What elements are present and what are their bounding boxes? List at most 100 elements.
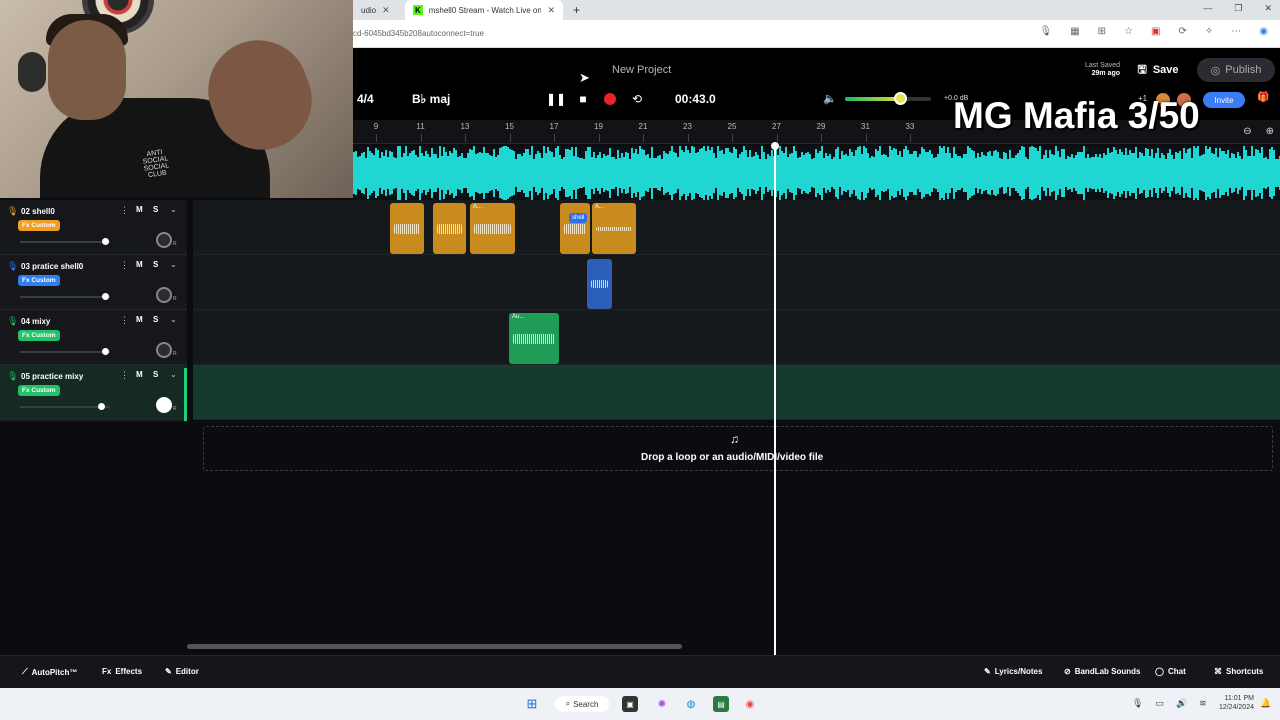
track-volume-thumb[interactable] — [102, 348, 109, 355]
edge-icon[interactable]: ◍ — [683, 696, 699, 712]
track-menu-icon[interactable]: ⋮ — [120, 205, 129, 216]
track-volume-thumb[interactable] — [97, 403, 105, 410]
taskbar-clock[interactable]: 11:01 PM 12/24/2024 — [1212, 694, 1254, 712]
close-tab-icon[interactable]: ✕ — [547, 5, 555, 16]
time-signature[interactable]: 4/4 — [357, 92, 374, 106]
publish-button[interactable]: ◎ Publish — [1197, 58, 1275, 82]
pan-knob[interactable] — [156, 232, 172, 248]
track-volume-slider[interactable] — [20, 348, 110, 355]
notification-bell-icon[interactable]: 🔔 — [1260, 698, 1271, 709]
track-name[interactable]: 03 pratice shell0 — [21, 262, 83, 271]
solo-button[interactable]: S — [153, 370, 158, 379]
master-volume-slider[interactable] — [845, 92, 931, 105]
close-window-icon[interactable]: ✕ — [1264, 3, 1272, 14]
loop-button[interactable]: ⟲ — [628, 88, 646, 110]
display-icon[interactable]: ▭ — [1155, 698, 1164, 709]
track-name[interactable]: 05 practice mixy — [21, 372, 83, 381]
mute-button[interactable]: M — [136, 205, 143, 214]
fx-preset-chip[interactable]: Fx Custom — [18, 330, 60, 341]
track-volume-thumb[interactable] — [102, 238, 109, 245]
track-header[interactable]: 🎙 04 mixy Fx Custom ⋮ M S ⌄ R — [0, 310, 187, 365]
gift-icon[interactable]: 🎁 — [1257, 92, 1269, 103]
zoom-out-icon[interactable]: ⊖ — [1243, 126, 1251, 137]
extension-icon[interactable]: ▣ — [1151, 26, 1160, 37]
mic-tray-icon[interactable]: 🎙 — [1132, 698, 1143, 709]
horizontal-scrollbar[interactable] — [187, 644, 682, 649]
record-button[interactable] — [601, 88, 619, 110]
chevron-down-icon[interactable]: ⌄ — [170, 370, 177, 379]
track-header[interactable]: 🎙 03 pratice shell0 Fx Custom ⋮ M S ⌄ R — [0, 255, 187, 310]
zoom-in-icon[interactable]: ⊕ — [1266, 126, 1274, 137]
bandlab-app-icon[interactable]: ▤ — [713, 696, 729, 712]
pan-knob[interactable] — [156, 287, 172, 303]
track-lane[interactable] — [193, 255, 1280, 310]
speaker-tray-icon[interactable]: 🔊 — [1176, 698, 1187, 709]
windows-start-icon[interactable]: ⊞ — [524, 696, 540, 712]
track-lane-selected[interactable] — [193, 365, 1280, 420]
editor-button[interactable]: ✎ Editor — [165, 667, 199, 676]
solo-button[interactable]: S — [153, 205, 158, 214]
pan-knob[interactable] — [156, 342, 172, 358]
playhead[interactable] — [774, 145, 776, 655]
apps-icon[interactable]: ⊞ — [1098, 26, 1106, 37]
browser-tab-bandlab[interactable]: udio ✕ — [353, 0, 405, 20]
track-volume-thumb[interactable] — [102, 293, 109, 300]
grid-icon[interactable]: ▦ — [1070, 26, 1079, 37]
master-volume-thumb[interactable] — [894, 92, 908, 105]
copilot-taskbar-icon[interactable]: ✺ — [654, 696, 670, 712]
pan-knob[interactable] — [156, 397, 172, 413]
track-lane[interactable] — [193, 200, 1280, 255]
star-icon[interactable]: ☆ — [1124, 26, 1133, 37]
new-tab-button[interactable]: + — [565, 0, 588, 20]
fx-preset-chip[interactable]: Fx Custom — [18, 385, 60, 396]
track-name[interactable]: 02 shell0 — [21, 207, 55, 216]
playhead-handle[interactable] — [771, 142, 779, 150]
audio-clip[interactable] — [390, 203, 424, 254]
more-icon[interactable]: ⋯ — [1231, 26, 1241, 37]
audio-clip[interactable] — [587, 259, 612, 309]
chevron-down-icon[interactable]: ⌄ — [170, 260, 177, 269]
track-volume-slider[interactable] — [20, 293, 110, 300]
track-menu-icon[interactable]: ⋮ — [120, 315, 129, 326]
copilot-icon[interactable]: ◉ — [1259, 26, 1268, 37]
restore-icon[interactable]: ❐ — [1234, 3, 1242, 14]
audio-clip[interactable]: A... — [470, 203, 515, 254]
chat-button[interactable]: ◯ Chat — [1155, 667, 1186, 676]
chevron-down-icon[interactable]: ⌄ — [170, 205, 177, 214]
invite-button[interactable]: Invite — [1203, 92, 1245, 108]
fx-preset-chip[interactable]: Fx Custom — [18, 220, 60, 231]
mute-button[interactable]: M — [136, 370, 143, 379]
audio-clip[interactable]: A... — [592, 203, 636, 254]
save-button[interactable]: 🖫 Save — [1126, 58, 1190, 82]
effects-button[interactable]: Fx Effects — [102, 667, 142, 676]
pause-button[interactable]: ❚❚ — [546, 88, 566, 110]
taskbar-search[interactable]: ⌕ Search — [555, 696, 609, 712]
audio-clip[interactable] — [560, 203, 590, 254]
track-header[interactable]: 🎙 02 shell0 Fx Custom ⋮ M S ⌄ R — [0, 200, 187, 255]
wifi-icon[interactable]: ≋ — [1199, 698, 1207, 709]
track-lane[interactable] — [193, 310, 1280, 365]
audio-track-lane-01[interactable] — [353, 146, 1280, 200]
task-view-icon[interactable]: ▣ — [622, 696, 638, 712]
key-selector[interactable]: B♭ maj — [412, 92, 450, 106]
refresh-icon[interactable]: ⟳ — [1178, 26, 1186, 37]
project-title[interactable]: New Project — [612, 64, 671, 76]
track-volume-slider[interactable] — [20, 403, 110, 410]
bandlab-sounds-button[interactable]: ⊘ BandLab Sounds — [1064, 667, 1140, 676]
mute-button[interactable]: M — [136, 260, 143, 269]
shortcuts-button[interactable]: ⌘ Shortcuts — [1214, 667, 1263, 676]
browser-tab-kick[interactable]: K mshell0 Stream - Watch Live on K ✕ — [405, 0, 563, 20]
close-tab-icon[interactable]: ✕ — [382, 5, 390, 16]
minimize-icon[interactable]: — — [1203, 3, 1212, 14]
audio-clip[interactable] — [433, 203, 466, 254]
fx-preset-chip[interactable]: Fx Custom — [18, 275, 60, 286]
speaker-icon[interactable]: 🔈 — [823, 92, 837, 105]
puzzle-icon[interactable]: ✧ — [1205, 26, 1213, 37]
lyrics-notes-button[interactable]: ✎ Lyrics/Notes — [984, 667, 1042, 676]
solo-button[interactable]: S — [153, 315, 158, 324]
chevron-down-icon[interactable]: ⌄ — [170, 315, 177, 324]
track-volume-slider[interactable] — [20, 238, 110, 245]
track-menu-icon[interactable]: ⋮ — [120, 260, 129, 271]
audio-clip[interactable]: Au... — [509, 313, 559, 364]
mic-icon[interactable]: 🎙 — [1040, 26, 1053, 37]
